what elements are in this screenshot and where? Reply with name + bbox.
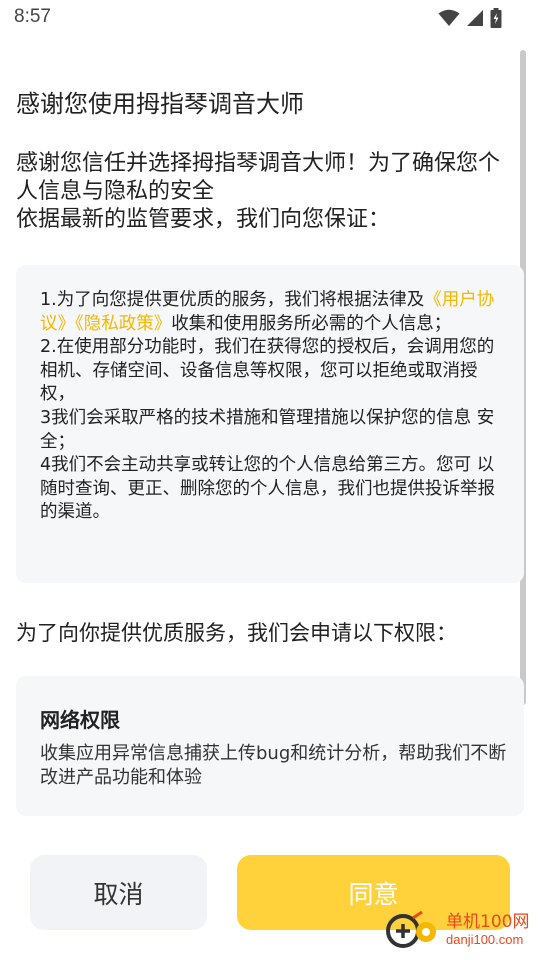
intro-line: 感谢您信任并选择拇指琴调音大师！为了确保您个 <box>16 151 501 176</box>
cancel-button[interactable]: 取消 <box>30 855 207 930</box>
danji-logo-icon <box>386 910 436 948</box>
watermark-name-en: danji100.com <box>446 932 524 947</box>
intro-line: 人信息与隐私的安全 <box>16 179 215 204</box>
notice-item-1-suffix: 收集和使用服务所必需的个人信息； <box>171 313 452 334</box>
permission-card: 网络权限 收集应用异常信息捕获上传bug和统计分析，帮助我们不断改进产品功能和体… <box>16 676 524 816</box>
notice-item-1: 1.为了向您提供更优质的服务，我们将根据法律及 <box>40 290 425 310</box>
battery-charging-icon <box>490 8 502 28</box>
notice-item-2: 2.在使用部分功能时，我们在获得您的授权后，会调用您的 相机、存储空间、设备信息… <box>40 337 495 405</box>
permission-description: 收集应用异常信息捕获上传bug和统计分析，帮助我们不断改进产品功能和体验 <box>40 743 507 788</box>
wifi-icon <box>438 9 460 26</box>
notice-item-3: 3我们会采取严格的技术措施和管理措施以保护您的信息 安全； <box>40 407 495 452</box>
cellular-signal-icon <box>467 10 483 26</box>
intro-text: 感谢您信任并选择拇指琴调音大师！为了确保您个 人信息与隐私的安全 依据最新的监管… <box>16 150 526 234</box>
notice-item-4: 4我们不会主动共享或转让您的个人信息给第三方。您可 以随时查询、更正、删除您的个… <box>40 455 495 523</box>
permission-intro: 为了向你提供优质服务，我们会申请以下权限： <box>16 621 457 645</box>
status-bar: 8:57 <box>0 0 540 36</box>
notice-text: 1.为了向您提供更优质的服务，我们将根据法律及《用户协议》《隐私政策》收集和使用… <box>40 289 510 525</box>
watermark: 单机100网 danji100.com <box>386 904 536 958</box>
status-time: 8:57 <box>14 6 51 27</box>
watermark-name-cn: 单机100网 <box>446 912 530 932</box>
notice-card: 1.为了向您提供更优质的服务，我们将根据法律及《用户协议》《隐私政策》收集和使用… <box>16 265 524 583</box>
status-icons <box>438 7 502 29</box>
privacy-policy-link[interactable]: 《隐私政策》 <box>75 314 171 334</box>
dialog-title: 感谢您使用拇指琴调音大师 <box>16 90 304 118</box>
permission-title: 网络权限 <box>40 708 120 732</box>
watermark-text: 单机100网 danji100.com <box>446 913 529 949</box>
intro-line: 依据最新的监管要求，我们向您保证： <box>16 207 391 232</box>
